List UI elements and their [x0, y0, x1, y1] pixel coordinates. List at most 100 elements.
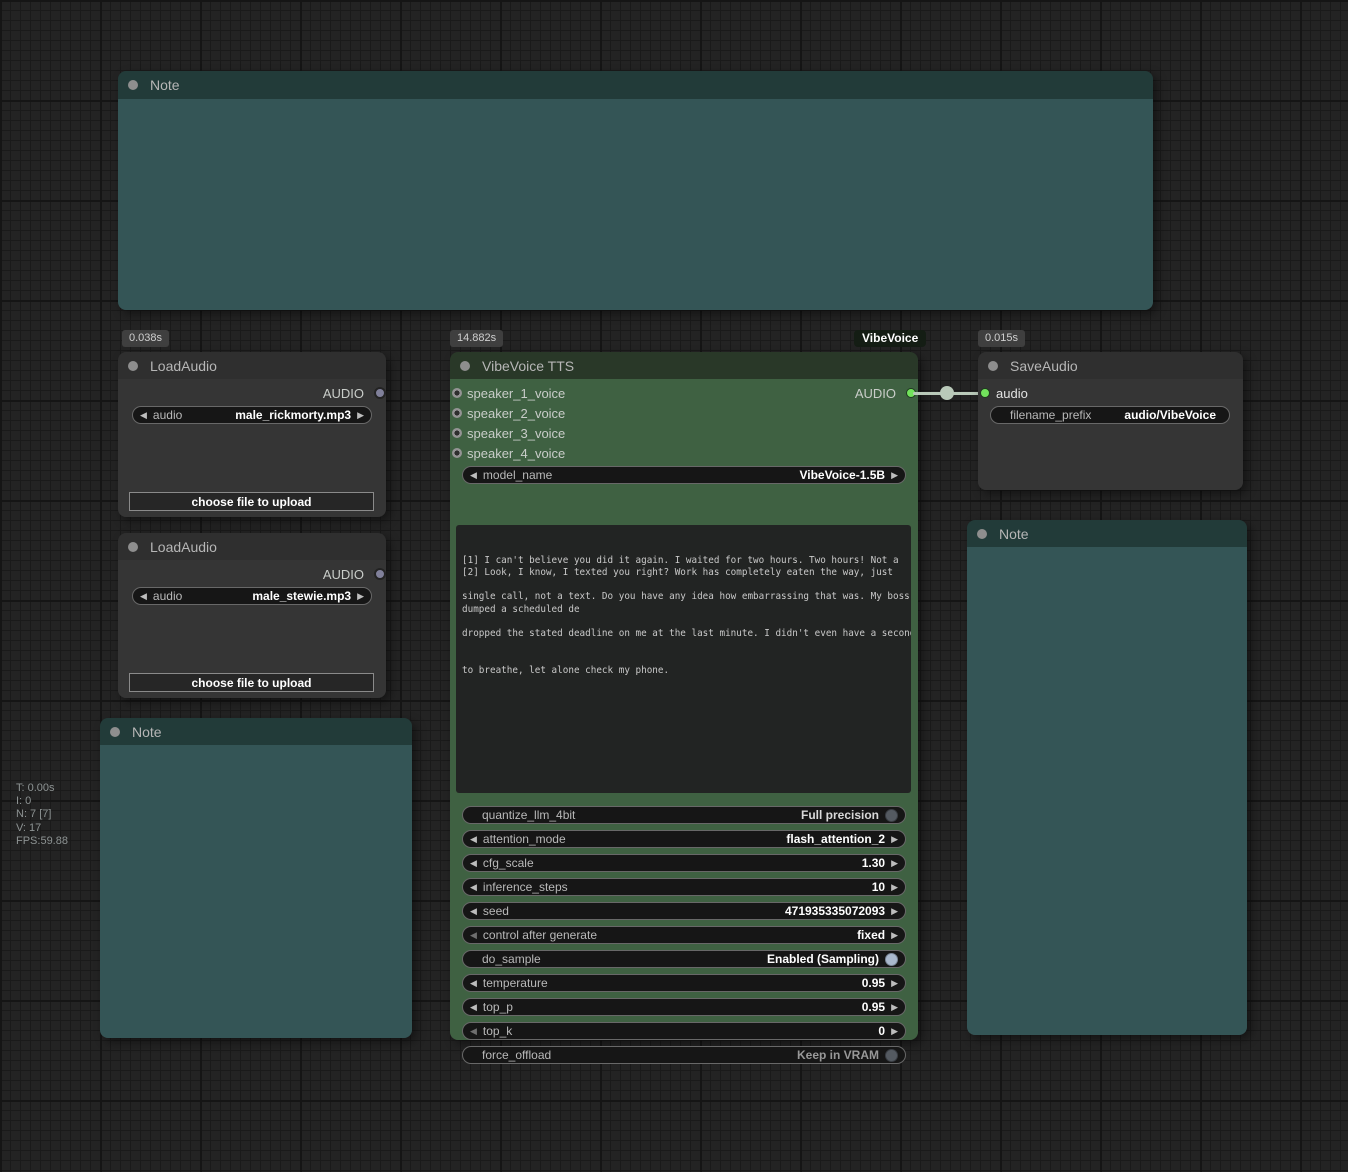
combo-right-arrow-icon[interactable]: ▶: [357, 587, 364, 605]
audio-input-label: audio: [996, 386, 1028, 401]
model-name-combo[interactable]: ◀ model_name VibeVoice-1.5B ▶: [462, 466, 906, 484]
audio-input-port[interactable]: [980, 388, 990, 398]
widget-temperature[interactable]: ◀ temperature 0.95 ▶: [462, 974, 906, 992]
decrement-arrow-icon[interactable]: ◀: [470, 974, 477, 992]
audio-output-label: AUDIO: [855, 386, 896, 401]
collapse-dot-icon[interactable]: [460, 361, 470, 371]
widget-top-k[interactable]: ◀ top_k 0 ▶: [462, 1022, 906, 1040]
increment-arrow-icon[interactable]: ▶: [891, 974, 898, 992]
increment-arrow-icon[interactable]: ▶: [891, 902, 898, 920]
collapse-dot-icon[interactable]: [110, 727, 120, 737]
decrement-arrow-icon[interactable]: ◀: [470, 878, 477, 896]
loadaudio1-header[interactable]: LoadAudio: [118, 352, 386, 379]
toggle-off-icon[interactable]: [885, 809, 898, 822]
audio-output-label: AUDIO: [323, 567, 364, 582]
audio-output-label: AUDIO: [323, 386, 364, 401]
increment-arrow-icon[interactable]: ▶: [891, 998, 898, 1016]
exec-time-badge-save: 0.015s: [978, 330, 1025, 347]
script-text-area[interactable]: [1] I can't believe you did it again. I …: [456, 525, 911, 793]
increment-arrow-icon[interactable]: ▶: [891, 854, 898, 872]
saveaudio-body[interactable]: audio filename_prefix audio/VibeVoice: [978, 379, 1243, 490]
vibevoice-header[interactable]: VibeVoice TTS: [450, 352, 918, 379]
widget-quantize-llm-4bit[interactable]: quantize_llm_4bit Full precision: [462, 806, 906, 824]
note-top-body[interactable]: [118, 99, 1153, 310]
note-right-title: Note: [999, 526, 1029, 542]
loadaudio1-body[interactable]: AUDIO ◀ audio male_rickmorty.mp3 ▶ choos…: [118, 379, 386, 517]
note-node-top[interactable]: Note: [118, 71, 1153, 310]
loadaudio2-header[interactable]: LoadAudio: [118, 533, 386, 560]
audio-output-port[interactable]: [374, 568, 386, 580]
speaker-3-voice-label: speaker_3_voice: [467, 426, 565, 441]
widget-force-offload[interactable]: force_offload Keep in VRAM: [462, 1046, 906, 1064]
note-node-right[interactable]: Note: [967, 520, 1247, 1035]
audio-file-combo[interactable]: ◀ audio male_stewie.mp3 ▶: [132, 587, 372, 605]
loadaudio1-title: LoadAudio: [150, 358, 217, 374]
vibevoice-tts-node[interactable]: VibeVoice TTS speaker_1_voice speaker_2_…: [450, 352, 918, 1040]
combo-right-arrow-icon[interactable]: ▶: [357, 406, 364, 424]
widget-do-sample[interactable]: do_sample Enabled (Sampling): [462, 950, 906, 968]
choose-file-button[interactable]: choose file to upload: [129, 492, 374, 511]
loadaudio-node-2[interactable]: LoadAudio AUDIO ◀ audio male_stewie.mp3 …: [118, 533, 386, 698]
note-top-header[interactable]: Note: [118, 71, 1153, 99]
collapse-dot-icon[interactable]: [128, 542, 138, 552]
collapse-dot-icon[interactable]: [128, 80, 138, 90]
decrement-arrow-icon[interactable]: ◀: [470, 854, 477, 872]
widget-inference-steps[interactable]: ◀ inference_steps 10 ▶: [462, 878, 906, 896]
exec-time-badge-load1: 0.038s: [122, 330, 169, 347]
increment-arrow-icon[interactable]: ▶: [891, 878, 898, 896]
note-mid-title: Note: [132, 724, 162, 740]
combo-value: male_stewie.mp3: [252, 589, 351, 603]
combo-left-arrow-icon[interactable]: ◀: [470, 466, 477, 484]
speaker-4-voice-input-port[interactable]: [452, 448, 462, 458]
widget-seed[interactable]: ◀ seed 471935335072093 ▶: [462, 902, 906, 920]
widget-cfg-scale[interactable]: ◀ cfg_scale 1.30 ▶: [462, 854, 906, 872]
saveaudio-node[interactable]: SaveAudio audio filename_prefix audio/Vi…: [978, 352, 1243, 490]
decrement-arrow-icon[interactable]: ◀: [470, 902, 477, 920]
combo-label: model_name: [483, 468, 794, 482]
speaker-3-voice-input-port[interactable]: [452, 428, 462, 438]
loadaudio2-body[interactable]: AUDIO ◀ audio male_stewie.mp3 ▶ choose f…: [118, 560, 386, 698]
combo-right-arrow-icon[interactable]: ▶: [891, 926, 898, 944]
widget-top-p[interactable]: ◀ top_p 0.95 ▶: [462, 998, 906, 1016]
combo-left-arrow-icon[interactable]: ◀: [140, 406, 147, 424]
loadaudio2-title: LoadAudio: [150, 539, 217, 555]
filename-prefix-widget[interactable]: filename_prefix audio/VibeVoice: [990, 406, 1230, 424]
speaker-2-voice-label: speaker_2_voice: [467, 406, 565, 421]
decrement-arrow-icon[interactable]: ◀: [470, 1022, 477, 1040]
audio-file-combo[interactable]: ◀ audio male_rickmorty.mp3 ▶: [132, 406, 372, 424]
decrement-arrow-icon[interactable]: ◀: [470, 998, 477, 1016]
combo-right-arrow-icon[interactable]: ▶: [891, 466, 898, 484]
combo-label: audio: [153, 408, 229, 422]
stat-vertices: V: 17: [16, 822, 68, 835]
loadaudio-node-1[interactable]: LoadAudio AUDIO ◀ audio male_rickmorty.m…: [118, 352, 386, 517]
combo-left-arrow-icon[interactable]: ◀: [140, 587, 147, 605]
choose-file-button[interactable]: choose file to upload: [129, 673, 374, 692]
combo-left-arrow-icon[interactable]: ◀: [470, 926, 477, 944]
perf-stats: T: 0.00s I: 0 N: 7 [7] V: 17 FPS:59.88: [16, 782, 68, 848]
combo-left-arrow-icon[interactable]: ◀: [470, 830, 477, 848]
speaker-2-voice-input-port[interactable]: [452, 408, 462, 418]
collapse-dot-icon[interactable]: [988, 361, 998, 371]
link-midpoint-handle[interactable]: [940, 386, 954, 400]
combo-label: audio: [153, 589, 246, 603]
collapse-dot-icon[interactable]: [977, 529, 987, 539]
note-mid-header[interactable]: Note: [100, 718, 412, 745]
increment-arrow-icon[interactable]: ▶: [891, 1022, 898, 1040]
speaker-1-voice-input-port[interactable]: [452, 388, 462, 398]
toggle-on-icon[interactable]: [885, 953, 898, 966]
collapse-dot-icon[interactable]: [128, 361, 138, 371]
audio-output-port[interactable]: [374, 387, 386, 399]
note-mid-body[interactable]: [100, 745, 412, 1038]
widget-control-after-generate[interactable]: ◀ control after generate fixed ▶: [462, 926, 906, 944]
saveaudio-header[interactable]: SaveAudio: [978, 352, 1243, 379]
combo-right-arrow-icon[interactable]: ▶: [891, 830, 898, 848]
stat-nodes: N: 7 [7]: [16, 808, 68, 821]
widget-attention-mode[interactable]: ◀ attention_mode flash_attention_2 ▶: [462, 830, 906, 848]
vibevoice-body[interactable]: speaker_1_voice speaker_2_voice speaker_…: [450, 379, 918, 1040]
node-graph-canvas[interactable]: T: 0.00s I: 0 N: 7 [7] V: 17 FPS:59.88 N…: [0, 0, 1348, 1172]
note-node-mid[interactable]: Note: [100, 718, 412, 1038]
toggle-off-icon[interactable]: [885, 1049, 898, 1062]
note-right-body[interactable]: [967, 547, 1247, 1035]
note-right-header[interactable]: Note: [967, 520, 1247, 547]
speaker-4-voice-label: speaker_4_voice: [467, 446, 565, 461]
